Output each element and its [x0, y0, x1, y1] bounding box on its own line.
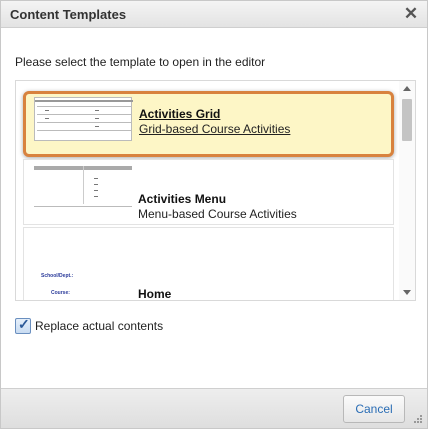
template-thumbnail-text: Course:	[51, 290, 70, 296]
scroll-thumb[interactable]	[402, 99, 412, 141]
template-description: Menu-based Course Activities	[138, 207, 297, 221]
template-description: Grid-based Course Activities	[139, 122, 291, 136]
dialog-title: Content Templates	[10, 7, 127, 22]
template-title: Home	[138, 287, 172, 300]
scroll-down-icon[interactable]	[403, 290, 411, 295]
template-title: Activities Grid	[139, 107, 221, 121]
replace-contents-label: Replace actual contents	[35, 319, 164, 333]
template-items: Activities Grid Grid-based Course Activi…	[16, 81, 400, 300]
template-thumbnail	[34, 164, 132, 208]
replace-contents-checkbox[interactable]: ✓	[15, 316, 31, 334]
scroll-up-icon[interactable]	[403, 86, 411, 91]
template-item-activities-grid[interactable]: Activities Grid Grid-based Course Activi…	[23, 91, 394, 157]
template-item-home[interactable]: School/Dept.: Course: Home	[23, 227, 394, 300]
content-templates-dialog: Content Templates ✕ Please select the te…	[0, 0, 428, 429]
close-icon[interactable]: ✕	[402, 5, 420, 23]
template-item-activities-menu[interactable]: Activities Menu Menu-based Course Activi…	[23, 159, 394, 225]
dialog-titlebar: Content Templates ✕	[1, 1, 427, 28]
instruction-text: Please select the template to open in th…	[15, 55, 266, 69]
template-thumbnail-text: School/Dept.:	[41, 273, 74, 279]
template-thumbnail	[34, 97, 133, 141]
template-title: Activities Menu	[138, 192, 227, 206]
cancel-button[interactable]: Cancel	[343, 395, 405, 423]
list-scrollbar[interactable]	[399, 81, 415, 300]
checkmark-icon: ✓	[18, 316, 30, 332]
template-list: Activities Grid Grid-based Course Activi…	[15, 80, 416, 301]
resize-grip-icon[interactable]	[414, 415, 424, 425]
